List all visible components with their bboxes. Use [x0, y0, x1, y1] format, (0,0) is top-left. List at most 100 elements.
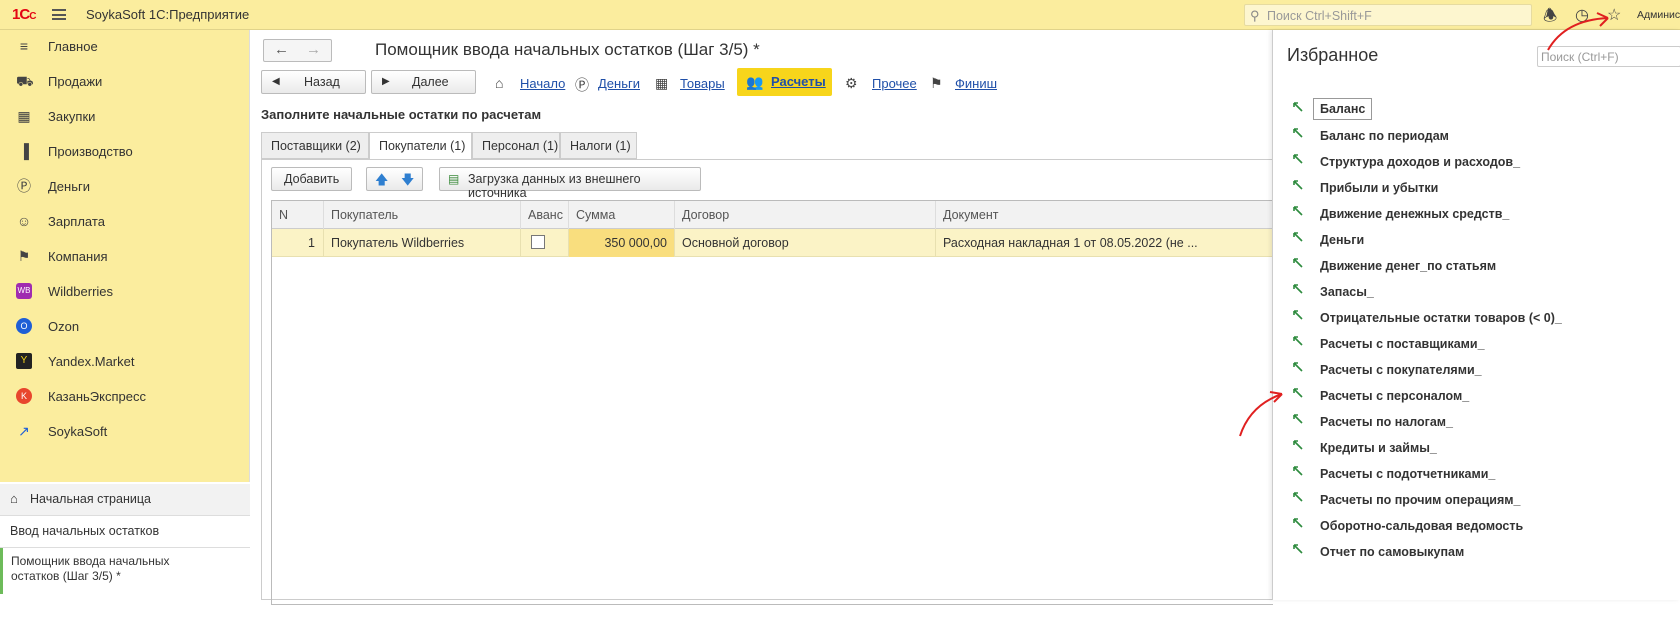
sidebar-item-7[interactable]: WB Wildberries — [0, 275, 250, 309]
favorite-item[interactable]: Отчет по самовыкупам — [1287, 540, 1667, 564]
sidebar-item-6[interactable]: ⚑ Компания — [0, 240, 250, 274]
add-button[interactable]: Добавить — [271, 167, 352, 191]
sidebar-item-0[interactable]: ≡ Главное — [0, 30, 250, 64]
cell-n: 1 — [272, 229, 324, 257]
next-button[interactable]: ▶ Далее — [371, 70, 476, 94]
advance-checkbox[interactable] — [531, 235, 545, 249]
menu-lines-icon: ≡ — [19, 38, 29, 54]
factory-icon: ▐ — [19, 143, 29, 159]
cell-document[interactable]: Расходная накладная 1 от 08.05.2022 (не … — [936, 229, 1274, 257]
tab-personnel[interactable]: Персонал (1) — [472, 132, 560, 159]
tab-taxes[interactable]: Налоги (1) — [560, 132, 637, 159]
table-load-icon: ▤ — [448, 172, 460, 186]
favorite-item[interactable]: Отрицательные остатки товаров (< 0)_ — [1287, 306, 1667, 330]
favorite-item[interactable]: Кредиты и займы_ — [1287, 436, 1667, 460]
move-buttons: 🡅 🡇 — [366, 167, 423, 191]
pin-icon[interactable] — [1293, 258, 1303, 268]
pin-icon[interactable] — [1293, 466, 1303, 476]
tab-buyers[interactable]: Покупатели (1) — [369, 132, 472, 160]
pin-icon[interactable] — [1293, 492, 1303, 502]
col-document[interactable]: Документ — [936, 201, 1274, 229]
main-menu-icon[interactable] — [52, 9, 66, 20]
step-other[interactable]: Прочее — [872, 76, 917, 91]
favorite-item[interactable]: Прибыли и убытки — [1287, 176, 1667, 200]
sidebar-item-1[interactable]: ⛟ Продажи — [0, 65, 250, 99]
wb-icon: WB — [16, 283, 32, 299]
pin-icon[interactable] — [1293, 362, 1303, 372]
sidebar-item-11[interactable]: ↗ SoykaSoft — [0, 415, 250, 449]
cart-icon: ⛟ — [16, 73, 34, 89]
pin-icon[interactable] — [1293, 336, 1303, 346]
sidebar-item-5[interactable]: ☺ Зарплата — [0, 205, 250, 239]
nav-home[interactable]: ⌂ Начальная страница — [0, 484, 250, 516]
col-contract[interactable]: Договор — [675, 201, 936, 229]
pin-icon[interactable] — [1293, 232, 1303, 242]
app-logo[interactable]: 1СC — [12, 6, 36, 23]
pin-icon[interactable] — [1293, 128, 1303, 138]
history-nav: ← → — [263, 39, 332, 62]
flag-icon: ⚑ — [17, 248, 31, 264]
table-header: N Покупатель Аванс Сумма Договор Докумен… — [272, 201, 1274, 229]
pin-icon[interactable] — [1293, 414, 1303, 424]
load-external-button[interactable]: ▤ Загрузка данных из внешнего источника — [439, 167, 701, 200]
col-advance[interactable]: Аванс — [521, 201, 569, 229]
pin-icon[interactable] — [1293, 310, 1303, 320]
basket-icon: ▦ — [655, 75, 669, 91]
favorite-item[interactable]: Деньги — [1287, 228, 1667, 252]
favorite-item[interactable]: Структура доходов и расходов_ — [1287, 150, 1667, 174]
step-settlements[interactable]: 👥 Расчеты — [737, 68, 832, 96]
pin-icon[interactable] — [1293, 206, 1303, 216]
favorites-panel: Избранное Поиск (Ctrl+F) Баланс Баланс по… — [1272, 30, 1680, 600]
arrow-up-icon[interactable]: 🡅 — [375, 171, 388, 193]
back-arrow-icon[interactable]: ← — [274, 41, 289, 58]
pin-icon[interactable] — [1293, 388, 1303, 398]
favorite-item[interactable]: Расчеты по прочим операциям_ — [1287, 488, 1667, 512]
tab-suppliers[interactable]: Поставщики (2) — [261, 132, 369, 159]
arrow-down-icon[interactable]: 🡇 — [401, 171, 414, 193]
favorite-item[interactable]: Расчеты с покупателями_ — [1287, 358, 1667, 382]
global-search-input[interactable]: ⚲ Поиск Ctrl+Shift+F — [1244, 4, 1532, 26]
col-buyer[interactable]: Покупатель — [324, 201, 521, 229]
favorite-item[interactable]: Расчеты с подотчетниками_ — [1287, 462, 1667, 486]
favorite-item[interactable]: Движение денежных средств_ — [1287, 202, 1667, 226]
pin-icon[interactable] — [1293, 284, 1303, 294]
pin-icon[interactable] — [1293, 518, 1303, 528]
favorite-item[interactable]: Баланс — [1287, 98, 1667, 122]
sidebar-item-10[interactable]: K КазаньЭкспресс — [0, 380, 250, 414]
sidebar-item-9[interactable]: Y Yandex.Market — [0, 345, 250, 379]
sidebar-item-2[interactable]: ▦ Закупки — [0, 100, 250, 134]
step-start[interactable]: Начало — [520, 76, 565, 91]
step-money[interactable]: Деньги — [598, 76, 640, 91]
sidebar-item-8[interactable]: O Ozon — [0, 310, 250, 344]
user-name[interactable]: Админис — [1637, 9, 1680, 21]
favorite-item[interactable]: Движение денег_по статьям — [1287, 254, 1667, 278]
forward-arrow-icon[interactable]: → — [306, 41, 321, 58]
step-goods[interactable]: Товары — [680, 76, 725, 91]
favorite-item[interactable]: Оборотно-сальдовая ведомость — [1287, 514, 1667, 538]
pin-icon[interactable] — [1293, 544, 1303, 554]
favorite-item[interactable]: Расчеты с поставщиками_ — [1287, 332, 1667, 356]
back-button[interactable]: ◀ Назад — [261, 70, 366, 94]
nav-initial-balances[interactable]: Ввод начальных остатков — [0, 516, 250, 548]
cell-contract[interactable]: Основной договор — [675, 229, 936, 257]
pin-icon[interactable] — [1293, 154, 1303, 164]
ke-icon: K — [16, 388, 32, 404]
favorite-item[interactable]: Расчеты с персоналом_ — [1287, 384, 1667, 408]
col-sum[interactable]: Сумма — [569, 201, 675, 229]
table-row[interactable]: 1 Покупатель Wildberries 350 000,00 Осно… — [272, 229, 1274, 257]
nav-wizard-step[interactable]: Помощник ввода начальных остатков (Шаг 3… — [0, 548, 250, 594]
home-icon: ⌂ — [10, 491, 18, 506]
cell-sum[interactable]: 350 000,00 — [569, 229, 675, 257]
sidebar-item-4[interactable]: Ⓟ Деньги — [0, 170, 250, 204]
pin-icon[interactable] — [1293, 440, 1303, 450]
top-bar: 1СC SoykaSoft 1С:Предприятие ⚲ Поиск Ctr… — [0, 0, 1680, 30]
step-finish[interactable]: Финиш — [955, 76, 997, 91]
col-n[interactable]: N — [272, 201, 324, 229]
pin-icon[interactable] — [1293, 180, 1303, 190]
favorite-item[interactable]: Запасы_ — [1287, 280, 1667, 304]
cell-buyer[interactable]: Покупатель Wildberries — [324, 229, 521, 257]
pin-icon[interactable] — [1293, 102, 1303, 112]
favorite-item[interactable]: Расчеты по налогам_ — [1287, 410, 1667, 434]
sidebar-item-3[interactable]: ▐ Производство — [0, 135, 250, 169]
favorite-item[interactable]: Баланс по периодам — [1287, 124, 1667, 148]
